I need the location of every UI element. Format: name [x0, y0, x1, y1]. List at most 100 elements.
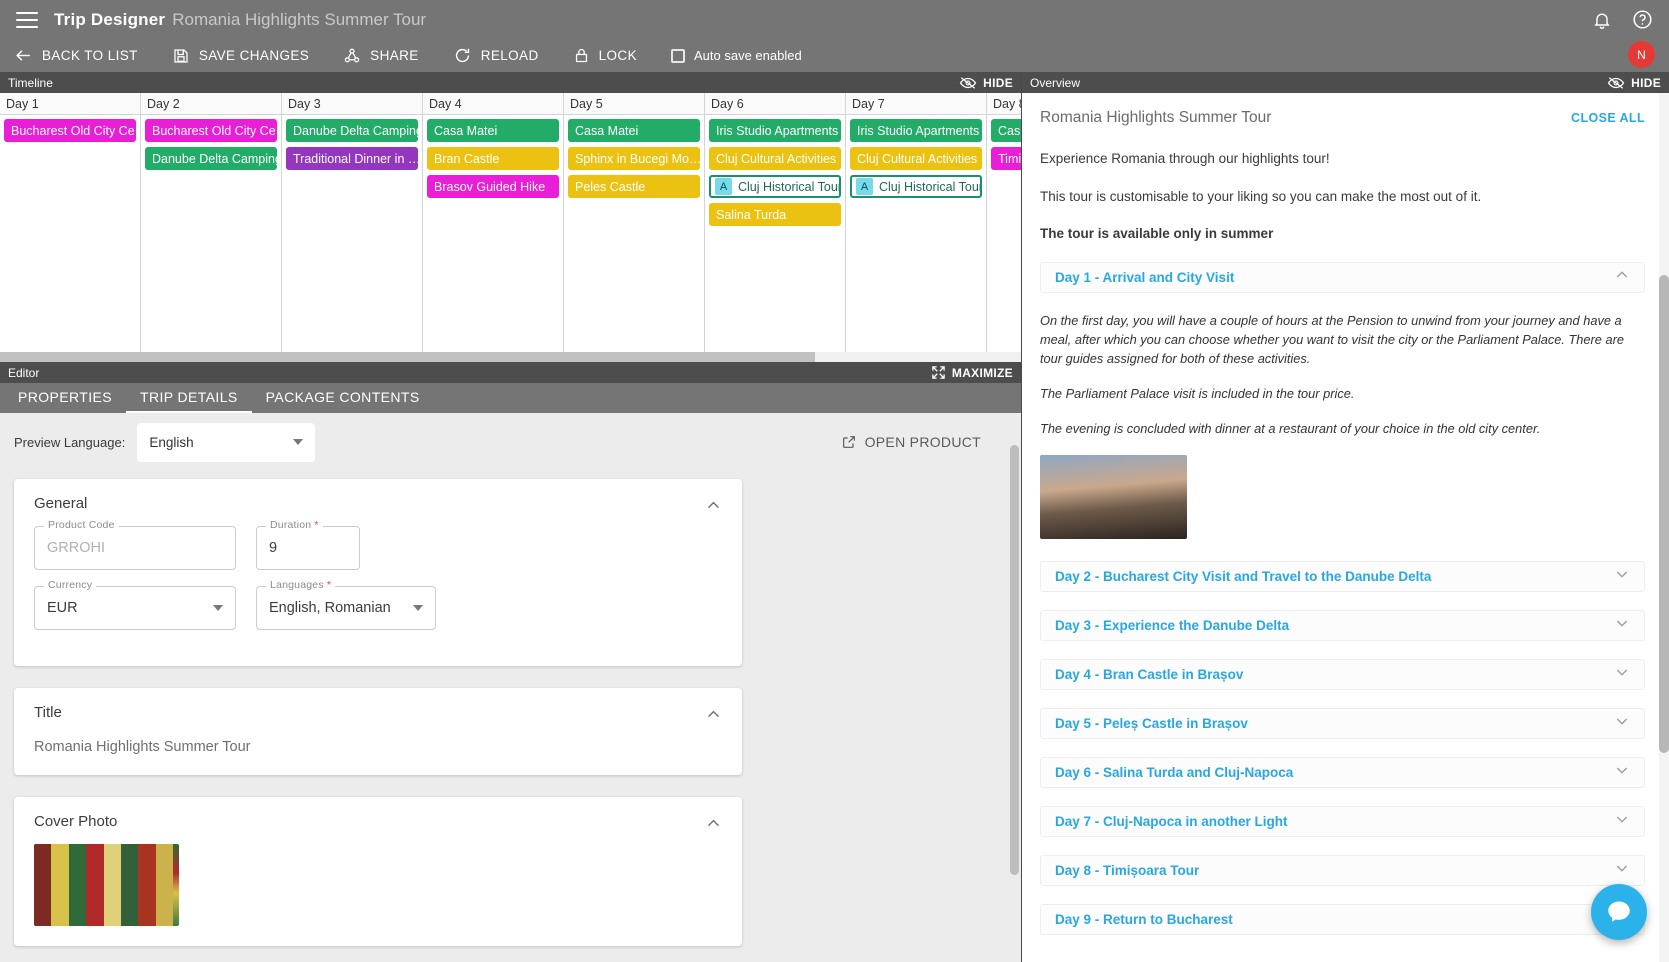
timeline-event[interactable]: Bucharest Old City Ce…: [145, 119, 277, 142]
timeline-event[interactable]: Sphinx in Bucegi Mo…: [568, 147, 700, 170]
accordion-chevron[interactable]: [1614, 811, 1630, 832]
avatar[interactable]: N: [1628, 41, 1655, 68]
timeline-event[interactable]: Bucharest Old City Ce…: [4, 119, 136, 142]
timeline-event[interactable]: Salina Turda: [709, 203, 841, 226]
timeline-event[interactable]: A Cluj Historical Tour: [850, 175, 982, 198]
save-changes-button[interactable]: SAVE CHANGES: [172, 47, 309, 65]
accordion-chevron[interactable]: [1614, 566, 1630, 587]
timeline-event[interactable]: Danube Delta Camping: [286, 119, 418, 142]
overview-intro-1: Experience Romania through our highlight…: [1040, 151, 1330, 166]
hamburger-icon[interactable]: [16, 11, 38, 28]
title-card-collapse-button[interactable]: [705, 706, 722, 728]
timeline-column[interactable]: Iris Studio Apartments Cluj Cultural Acti…: [705, 115, 846, 362]
editor-subbar: Preview Language: English OPEN PRODUCT: [0, 413, 1021, 471]
duration-field[interactable]: Duration * 9: [256, 519, 360, 570]
timeline-event[interactable]: Casa Matei: [427, 119, 559, 142]
overview-day-accordion[interactable]: Day 8 - Timișoara Tour: [1040, 854, 1645, 886]
tab-trip-details[interactable]: TRIP DETAILS: [126, 383, 252, 413]
overview-day-accordion[interactable]: Day 7 - Cluj-Napoca in another Light: [1040, 805, 1645, 837]
overview-day-accordion[interactable]: Day 4 - Bran Castle in Brașov: [1040, 658, 1645, 690]
timeline-event-label: Cluj Historical Tour: [738, 179, 841, 194]
overview-hide-button[interactable]: HIDE: [1607, 76, 1661, 90]
scrollbar-thumb[interactable]: [0, 352, 815, 362]
timeline-event[interactable]: Bran Castle: [427, 147, 559, 170]
timeline-event[interactable]: Peles Castle: [568, 175, 700, 198]
accordion-chevron[interactable]: [1614, 615, 1630, 636]
tab-properties[interactable]: PROPERTIES: [4, 383, 126, 413]
back-to-list-button[interactable]: BACK TO LIST: [14, 46, 138, 65]
timeline-hide-button[interactable]: HIDE: [959, 76, 1013, 90]
accordion-chevron[interactable]: [1614, 713, 1630, 734]
overview-day-label: Day 6 - Salina Turda and Cluj-Napoca: [1055, 764, 1294, 780]
languages-select[interactable]: Languages * English, Romanian: [256, 579, 436, 630]
timeline-event[interactable]: Danube Delta Camping: [145, 147, 277, 170]
timeline-column[interactable]: Casa Matei Sphinx in Bucegi Mo… Peles Cast…: [564, 115, 705, 362]
timeline-column[interactable]: Bucharest Old City Ce… Danube Delta Campi…: [141, 115, 282, 362]
chat-bubble-icon[interactable]: [1591, 884, 1647, 940]
timeline-event[interactable]: Casa Matei: [568, 119, 700, 142]
timeline-event[interactable]: Cluj Cultural Activities: [709, 147, 841, 170]
currency-select[interactable]: Currency EUR: [34, 579, 236, 630]
bell-icon[interactable]: [1592, 10, 1612, 30]
editor-maximize-button[interactable]: MAXIMIZE: [931, 365, 1013, 380]
close-all-button[interactable]: CLOSE ALL: [1571, 111, 1645, 125]
timeline-event-label: Bran Castle: [434, 151, 500, 166]
timeline-event[interactable]: Iris Studio Apartments: [709, 119, 841, 142]
timeline-event[interactable]: Brasov Guided Hike: [427, 175, 559, 198]
timeline-event[interactable]: Cluj Cultural Activities: [850, 147, 982, 170]
cover-photo-card-title: Cover Photo: [34, 813, 118, 830]
lock-button[interactable]: LOCK: [573, 47, 637, 64]
timeline-column[interactable]: Cas Timi: [987, 115, 1021, 362]
cover-photo-thumbnail[interactable]: [34, 844, 179, 926]
main-content: Timeline HIDE Day 1 Day 2 Day 3 Day 4 Day 5D…: [0, 72, 1669, 962]
cover-photo-card-collapse-button[interactable]: [705, 815, 722, 837]
accordion-chevron[interactable]: [1614, 762, 1630, 783]
timeline-event[interactable]: Traditional Dinner in …: [286, 147, 418, 170]
editor-vertical-scrollbar[interactable]: [1010, 383, 1019, 962]
editor-maximize-label: MAXIMIZE: [951, 365, 1013, 380]
editor-scroll-area: General Product Code GRROHI Duration * 9: [0, 471, 1021, 962]
overview-day-accordion[interactable]: Day 3 - Experience the Danube Delta: [1040, 609, 1645, 641]
timeline-column[interactable]: Iris Studio Apartments Cluj Cultural Acti…: [846, 115, 987, 362]
timeline-event-label: Brasov Guided Hike: [434, 179, 546, 194]
overview-day-accordion[interactable]: Day 5 - Peleș Castle in Brașov: [1040, 707, 1645, 739]
overview-day-accordion[interactable]: Day 6 - Salina Turda and Cluj-Napoca: [1040, 756, 1645, 788]
timeline-column[interactable]: Casa Matei Bran Castle Brasov Guided Hike: [423, 115, 564, 362]
accordion-chevron[interactable]: [1614, 664, 1630, 685]
overview-vertical-scrollbar[interactable]: [1659, 93, 1669, 962]
timeline-event[interactable]: Iris Studio Apartments: [850, 119, 982, 142]
scrollbar-thumb[interactable]: [1659, 275, 1669, 753]
chevron-down-icon: [1616, 669, 1628, 676]
tab-package-contents[interactable]: PACKAGE CONTENTS: [252, 383, 434, 413]
auto-save-checkbox[interactable]: Auto save enabled: [670, 48, 802, 63]
timeline-event-label: Salina Turda: [716, 207, 787, 222]
timeline-horizontal-scrollbar[interactable]: [0, 352, 1021, 362]
open-product-button[interactable]: OPEN PRODUCT: [841, 434, 1007, 450]
title-card-value[interactable]: Romania Highlights Summer Tour: [34, 735, 722, 755]
general-card-collapse-button[interactable]: [705, 497, 722, 519]
timeline-event[interactable]: A Cluj Historical Tour: [709, 175, 841, 198]
timeline-column[interactable]: Bucharest Old City Ce…: [0, 115, 141, 362]
duration-label: Duration *: [266, 519, 323, 531]
overview-day-accordion[interactable]: Day 1 - Arrival and City Visit: [1040, 261, 1645, 293]
accordion-chevron[interactable]: [1614, 267, 1630, 288]
timeline-event-label: Iris Studio Apartments: [857, 123, 980, 138]
timeline-column[interactable]: Danube Delta Camping Traditional Dinner i…: [282, 115, 423, 362]
editor-panel-title: Editor: [8, 365, 40, 380]
timeline-event[interactable]: Timi: [991, 147, 1021, 170]
help-circle-icon[interactable]: [1632, 9, 1653, 30]
reload-button[interactable]: RELOAD: [453, 46, 539, 65]
overview-day-label: Day 5 - Peleș Castle in Brașov: [1055, 715, 1248, 731]
preview-language-select[interactable]: English: [137, 422, 316, 462]
share-button[interactable]: SHARE: [343, 47, 419, 65]
general-row-1: Product Code GRROHI Duration * 9: [34, 519, 722, 570]
accordion-chevron[interactable]: [1614, 860, 1630, 881]
back-to-list-label: BACK TO LIST: [42, 48, 138, 63]
overview-day-accordion[interactable]: Day 9 - Return to Bucharest: [1040, 903, 1645, 935]
title-card: Title Romania Highlights Summer Tour: [14, 688, 742, 775]
product-code-field[interactable]: Product Code GRROHI: [34, 519, 236, 570]
overview-day-accordion[interactable]: Day 2 - Bucharest City Visit and Travel …: [1040, 560, 1645, 592]
timeline-event[interactable]: Cas: [991, 119, 1021, 142]
timeline-event-label: Casa Matei: [575, 123, 639, 138]
scrollbar-thumb[interactable]: [1010, 445, 1019, 875]
